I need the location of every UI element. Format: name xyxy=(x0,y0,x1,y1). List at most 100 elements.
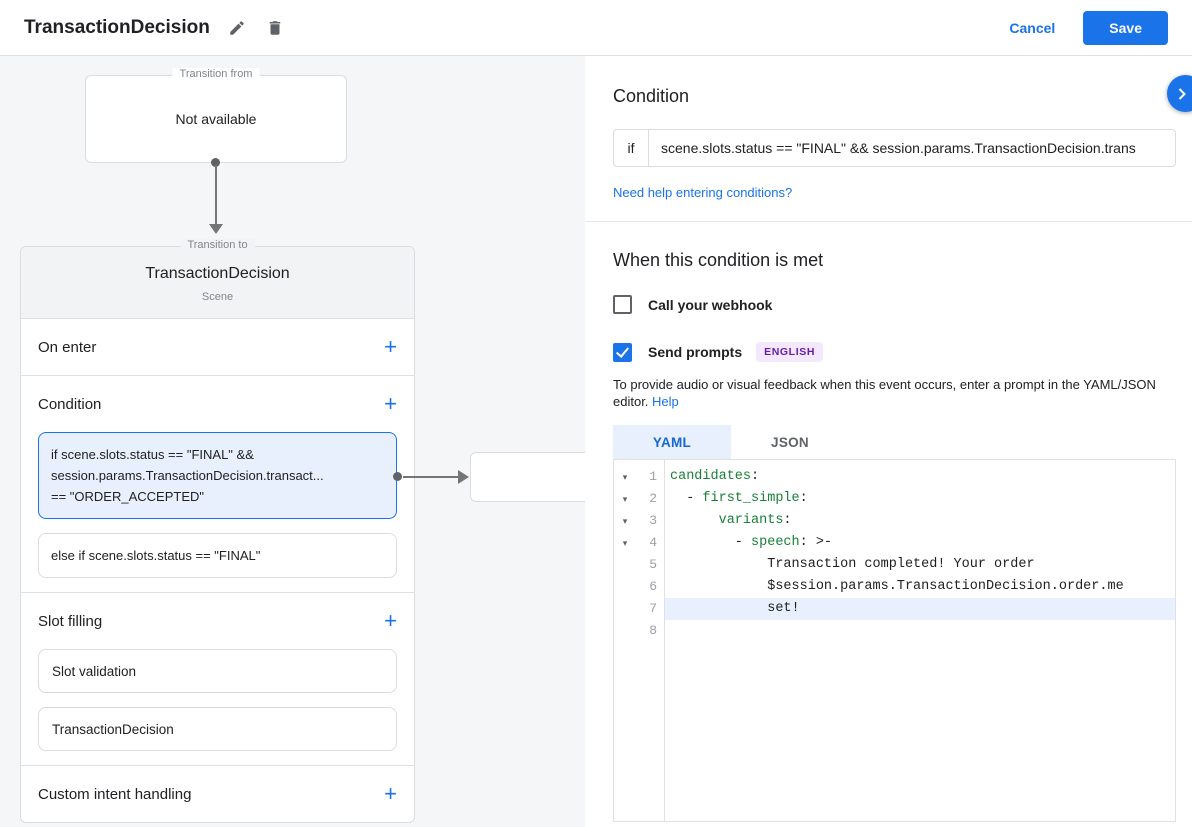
call-webhook-label: Call your webhook xyxy=(648,297,772,313)
add-custom-intent-button[interactable]: + xyxy=(384,783,397,805)
fold-spacer xyxy=(614,576,636,598)
chevron-right-icon xyxy=(1172,84,1192,104)
editor-line: ▾3 variants: xyxy=(614,510,1175,532)
condition-expression-row: if xyxy=(613,129,1176,167)
transition-from-node: Transition from Not available xyxy=(85,75,347,163)
editor-line: ▾1candidates: xyxy=(614,466,1175,488)
section-divider xyxy=(585,221,1192,222)
tab-yaml[interactable]: YAML xyxy=(613,425,731,459)
fold-toggle-icon[interactable]: ▾ xyxy=(614,510,636,532)
code-line: variants: xyxy=(664,510,1175,532)
edge-line-horizontal xyxy=(403,476,459,478)
editor-line: 8 xyxy=(614,620,1175,642)
tab-json[interactable]: JSON xyxy=(731,425,849,459)
condition-item-line: else if scene.slots.status == "FINAL" xyxy=(51,545,384,566)
transition-from-label: Transition from xyxy=(173,68,260,80)
section-custom-intent: Custom intent handling + xyxy=(21,766,414,822)
header-right: Cancel Save xyxy=(1009,11,1168,45)
gutter-separator xyxy=(664,460,665,821)
on-enter-label: On enter xyxy=(38,339,96,356)
condition-item-line: session.params.TransactionDecision.trans… xyxy=(51,465,384,486)
section-condition: Condition + if scene.slots.status == "FI… xyxy=(21,376,414,593)
condition-section-label: Condition xyxy=(38,396,101,413)
prompts-description-text: To provide audio or visual feedback when… xyxy=(613,377,1156,409)
fold-spacer xyxy=(614,554,636,576)
edge-arrowhead-down xyxy=(209,224,223,234)
scene-card: Transition to TransactionDecision Scene … xyxy=(20,246,415,823)
condition-heading: Condition xyxy=(613,86,1176,107)
scene-card-subtitle: Scene xyxy=(21,291,414,303)
fold-spacer xyxy=(614,620,636,642)
send-prompts-checkbox[interactable] xyxy=(613,343,632,362)
custom-intent-label: Custom intent handling xyxy=(38,786,191,803)
line-number: 5 xyxy=(636,554,664,576)
line-number: 4 xyxy=(636,532,664,554)
code-line xyxy=(664,620,1175,642)
line-number: 3 xyxy=(636,510,664,532)
editor-tabs: YAMLJSON xyxy=(613,425,1176,459)
condition-met-heading: When this condition is met xyxy=(613,250,1176,271)
code-line: set! xyxy=(664,598,1175,620)
line-number: 8 xyxy=(636,620,664,642)
section-on-enter: On enter + xyxy=(21,319,414,376)
app-body: Transition from Not available Transition… xyxy=(0,56,1192,827)
edit-scene-button[interactable] xyxy=(226,17,248,39)
fold-toggle-icon[interactable]: ▾ xyxy=(614,488,636,510)
trash-icon xyxy=(266,19,284,37)
header-left: TransactionDecision xyxy=(24,17,286,39)
slot-item[interactable]: Slot validation xyxy=(38,649,397,693)
cancel-button[interactable]: Cancel xyxy=(1009,20,1055,36)
app-header: TransactionDecision Cancel Save xyxy=(0,0,1192,56)
section-slot-filling: Slot filling + Slot validation Transactio… xyxy=(21,593,414,766)
editor-line: 5 Transaction completed! Your order xyxy=(614,554,1175,576)
prompts-help-link[interactable]: Help xyxy=(652,394,679,409)
add-on-enter-button[interactable]: + xyxy=(384,336,397,358)
send-prompts-row: Send prompts ENGLISH xyxy=(613,342,1176,362)
add-condition-button[interactable]: + xyxy=(384,393,397,415)
edge-arrowhead-right xyxy=(458,470,469,484)
condition-item-line: if scene.slots.status == "FINAL" && xyxy=(51,444,384,465)
transition-from-value: Not available xyxy=(176,111,257,127)
condition-expression-input[interactable] xyxy=(649,130,1175,166)
code-line: - first_simple: xyxy=(664,488,1175,510)
fold-spacer xyxy=(614,598,636,620)
slot-item[interactable]: TransactionDecision xyxy=(38,707,397,751)
code-line: Transaction completed! Your order xyxy=(664,554,1175,576)
condition-item-selected[interactable]: if scene.slots.status == "FINAL" &&sessi… xyxy=(38,432,397,519)
conditions-help-link[interactable]: Need help entering conditions? xyxy=(613,185,792,200)
fold-toggle-icon[interactable]: ▾ xyxy=(614,466,636,488)
next-scene-node[interactable] xyxy=(470,452,585,502)
line-number: 7 xyxy=(636,598,664,620)
code-line: - speech: >- xyxy=(664,532,1175,554)
save-button[interactable]: Save xyxy=(1083,11,1168,45)
condition-item[interactable]: else if scene.slots.status == "FINAL" xyxy=(38,533,397,578)
prompts-description: To provide audio or visual feedback when… xyxy=(613,376,1176,410)
scene-card-header: TransactionDecision Scene xyxy=(21,247,414,319)
editor-line: ▾2 - first_simple: xyxy=(614,488,1175,510)
condition-item-line: == "ORDER_ACCEPTED" xyxy=(51,486,384,507)
condition-list: if scene.slots.status == "FINAL" &&sessi… xyxy=(21,432,414,578)
send-prompts-label: Send prompts xyxy=(648,344,742,360)
line-number: 2 xyxy=(636,488,664,510)
editor-line: 7 set! xyxy=(614,598,1175,620)
code-line: candidates: xyxy=(664,466,1175,488)
editor-line: 6 $session.params.TransactionDecision.or… xyxy=(614,576,1175,598)
slot-list: Slot validation TransactionDecision xyxy=(21,649,414,751)
transition-to-label: Transition to xyxy=(180,239,254,251)
fold-toggle-icon[interactable]: ▾ xyxy=(614,532,636,554)
call-webhook-checkbox[interactable] xyxy=(613,295,632,314)
delete-scene-button[interactable] xyxy=(264,17,286,39)
scene-card-title: TransactionDecision xyxy=(21,265,414,283)
if-label: if xyxy=(614,130,649,166)
code-line: $session.params.TransactionDecision.orde… xyxy=(664,576,1175,598)
edge-line-vertical xyxy=(215,165,217,225)
add-slot-button[interactable]: + xyxy=(384,610,397,632)
slot-filling-label: Slot filling xyxy=(38,613,102,630)
line-number: 6 xyxy=(636,576,664,598)
condition-detail-panel: Condition if Need help entering conditio… xyxy=(585,56,1192,827)
webhook-row: Call your webhook xyxy=(613,295,1176,314)
yaml-editor[interactable]: ▾1candidates:▾2 - first_simple:▾3 varian… xyxy=(613,459,1176,822)
pencil-icon xyxy=(228,19,246,37)
page-title: TransactionDecision xyxy=(24,17,210,39)
language-badge: ENGLISH xyxy=(756,342,823,362)
